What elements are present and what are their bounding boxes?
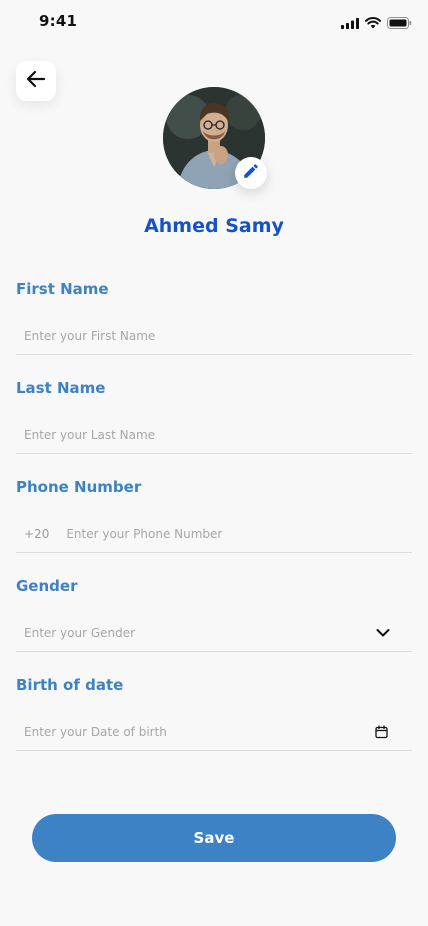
arrow-left-icon bbox=[25, 68, 47, 94]
first-name-label: First Name bbox=[16, 280, 109, 298]
wifi-icon bbox=[365, 14, 381, 33]
birth-date-input[interactable] bbox=[16, 714, 412, 750]
chevron-down-icon[interactable] bbox=[376, 629, 390, 638]
phone-number-input[interactable] bbox=[59, 516, 412, 552]
phone-number-field: +20 bbox=[16, 516, 412, 553]
phone-number-label: Phone Number bbox=[16, 478, 142, 496]
first-name-field bbox=[16, 318, 412, 355]
last-name-input[interactable] bbox=[16, 417, 412, 453]
status-time: 9:41 bbox=[39, 12, 78, 30]
edit-avatar-button[interactable] bbox=[235, 157, 267, 189]
birth-date-field[interactable] bbox=[16, 714, 412, 751]
last-name-label: Last Name bbox=[16, 379, 106, 397]
battery-icon bbox=[387, 14, 412, 33]
status-bar: 9:41 bbox=[0, 0, 428, 44]
last-name-field bbox=[16, 417, 412, 454]
phone-prefix: +20 bbox=[24, 527, 50, 541]
back-button[interactable] bbox=[16, 61, 56, 101]
gender-input[interactable] bbox=[16, 615, 412, 651]
signal-icon bbox=[341, 14, 359, 33]
profile-name: Ahmed Samy bbox=[144, 215, 284, 237]
pencil-icon bbox=[242, 162, 260, 184]
save-button[interactable]: Save bbox=[32, 814, 396, 862]
gender-field[interactable] bbox=[16, 615, 412, 652]
birth-date-label: Birth of date bbox=[16, 676, 124, 694]
calendar-icon[interactable] bbox=[375, 725, 388, 739]
first-name-input[interactable] bbox=[16, 318, 412, 354]
status-icons bbox=[341, 14, 412, 33]
avatar-container bbox=[163, 87, 267, 189]
gender-label: Gender bbox=[16, 577, 78, 595]
